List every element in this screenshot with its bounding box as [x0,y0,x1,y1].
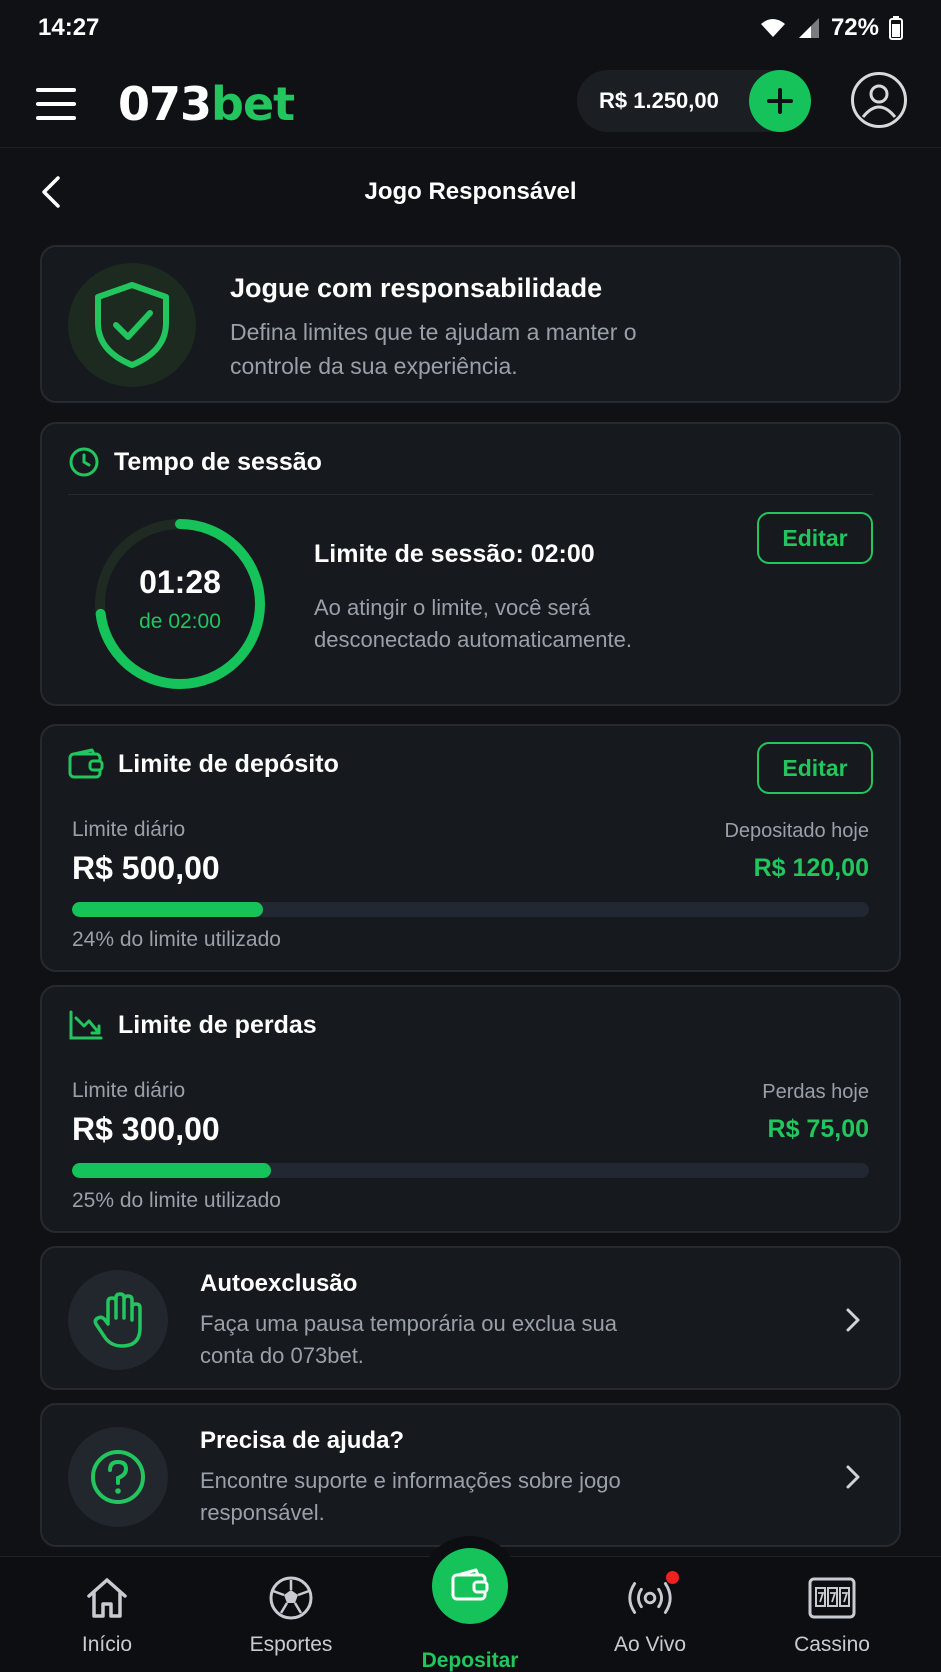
deposit-progress-bar [72,902,869,917]
nav-label-inicio: Início [81,1633,133,1656]
page-header: Jogo Responsável [0,150,941,234]
nav-label-cassino: Cassino [794,1633,870,1656]
self-exclusion-description: Faça uma pausa temporária ou exclua sua … [200,1311,618,1368]
self-exclusion-card[interactable]: Autoexclusão Faça uma pausa temporária o… [40,1246,901,1390]
deposit-limit-value: R$ 500,00 [72,850,220,886]
session-limit-of: de 02:00 [139,610,221,633]
status-time: 14:27 [38,14,100,41]
nav-item-inicio[interactable]: Início [37,1557,177,1672]
nav-item-ao-vivo[interactable]: Ao Vivo [580,1557,720,1672]
app-header: 073bet R$ 1.250,00 [0,60,941,148]
nav-item-cassino[interactable]: Cassino [762,1557,902,1672]
chevron-right-icon [846,1308,860,1332]
home-icon [82,1573,132,1623]
session-description: Ao atingir o limite, você será desconect… [314,595,632,652]
deposited-today-value: R$ 120,00 [753,854,869,882]
brand-logo[interactable]: 073bet [118,76,295,131]
loss-card-title: Limite de perdas [118,1010,317,1039]
deposit-card-title: Limite de depósito [118,749,339,778]
loss-limit-value: R$ 300,00 [72,1111,220,1147]
loss-usage-caption: 25% do limite utilizado [72,1189,281,1212]
losses-today-value: R$ 75,00 [767,1115,869,1143]
help-description: Encontre suporte e informações sobre jog… [200,1468,621,1525]
page-title: Jogo Responsável [364,178,577,205]
responsible-gaming-intro-card: Jogue com responsabilidade Defina limite… [40,245,901,403]
deposit-card-header: Limite de depósito [68,748,339,780]
intro-title: Jogue com responsabilidade [230,273,603,303]
losses-today-label: Perdas hoje [762,1081,869,1103]
session-progress-ring [95,519,265,689]
deposit-fab-button[interactable] [420,1536,520,1636]
edit-deposit-button[interactable]: Editar [757,742,873,794]
help-badge [68,1427,168,1527]
logo-text-accent: bet [211,76,295,131]
profile-button[interactable] [851,72,907,128]
hand-stop-icon [93,1292,142,1348]
self-exclusion-badge [68,1270,168,1370]
session-time-card: Tempo de sessão 01:28 de 02:00 Limite de… [40,422,901,706]
help-title: Precisa de ajuda? [200,1427,405,1454]
nav-label-depositar: Depositar [421,1649,519,1672]
deposit-fab-circle [432,1548,508,1624]
session-card-title: Tempo de sessão [114,447,322,476]
loss-progress-fill [72,1163,272,1178]
shield-check-icon [95,282,169,368]
trending-down-icon [69,1010,103,1040]
nav-label-ao-vivo: Ao Vivo [614,1633,686,1656]
soccer-ball-icon [266,1573,316,1623]
battery-icon [889,16,903,40]
shield-badge [68,263,196,387]
balance-pill[interactable]: R$ 1.250,00 [577,70,811,132]
add-funds-button[interactable] [749,70,811,132]
loss-progress-bar [72,1163,869,1178]
wallet-icon [68,748,104,779]
self-exclusion-title: Autoexclusão [200,1270,358,1297]
menu-icon[interactable] [36,87,76,120]
deposit-usage-caption: 24% do limite utilizado [72,928,281,951]
deposited-today-label: Depositado hoje [724,820,869,842]
deposit-progress-fill [72,902,264,917]
wallet-icon [451,1568,489,1601]
nav-item-esportes[interactable]: Esportes [221,1557,361,1672]
status-bar: 14:27 72% [0,0,941,56]
live-indicator-dot [666,1571,679,1584]
status-icons: 72% [759,14,903,42]
loss-card-header: Limite de perdas [68,1009,317,1041]
wifi-icon [760,19,785,37]
session-limit-text: Limite de sessão: 02:00 [314,540,595,568]
logo-text-main: 073 [118,76,212,131]
back-arrow-icon[interactable] [38,174,68,210]
clock-icon [69,447,99,477]
slot-machine-icon [807,1573,857,1623]
question-circle-icon [91,1450,145,1504]
user-icon [861,84,897,118]
divider [68,494,873,495]
loss-limit-label: Limite diário [72,1079,186,1102]
session-card-header: Tempo de sessão [68,446,322,478]
nav-label-esportes: Esportes [249,1633,333,1656]
help-card[interactable]: Precisa de ajuda? Encontre suporte e inf… [40,1403,901,1547]
battery-percent: 72% [830,14,879,41]
session-elapsed-time: 01:28 [139,564,221,600]
balance-amount: R$ 1.250,00 [599,88,719,113]
chevron-right-icon [846,1465,860,1489]
deposit-limit-card: Limite de depósito Editar Limite diário … [40,724,901,972]
signal-icon [798,18,819,38]
intro-description: Defina limites que te ajudam a manter o … [230,319,637,379]
deposit-limit-label: Limite diário [72,818,186,841]
loss-limit-card: Limite de perdas Limite diário R$ 300,00… [40,985,901,1233]
edit-session-button[interactable]: Editar [757,512,873,564]
plus-icon [767,88,793,114]
